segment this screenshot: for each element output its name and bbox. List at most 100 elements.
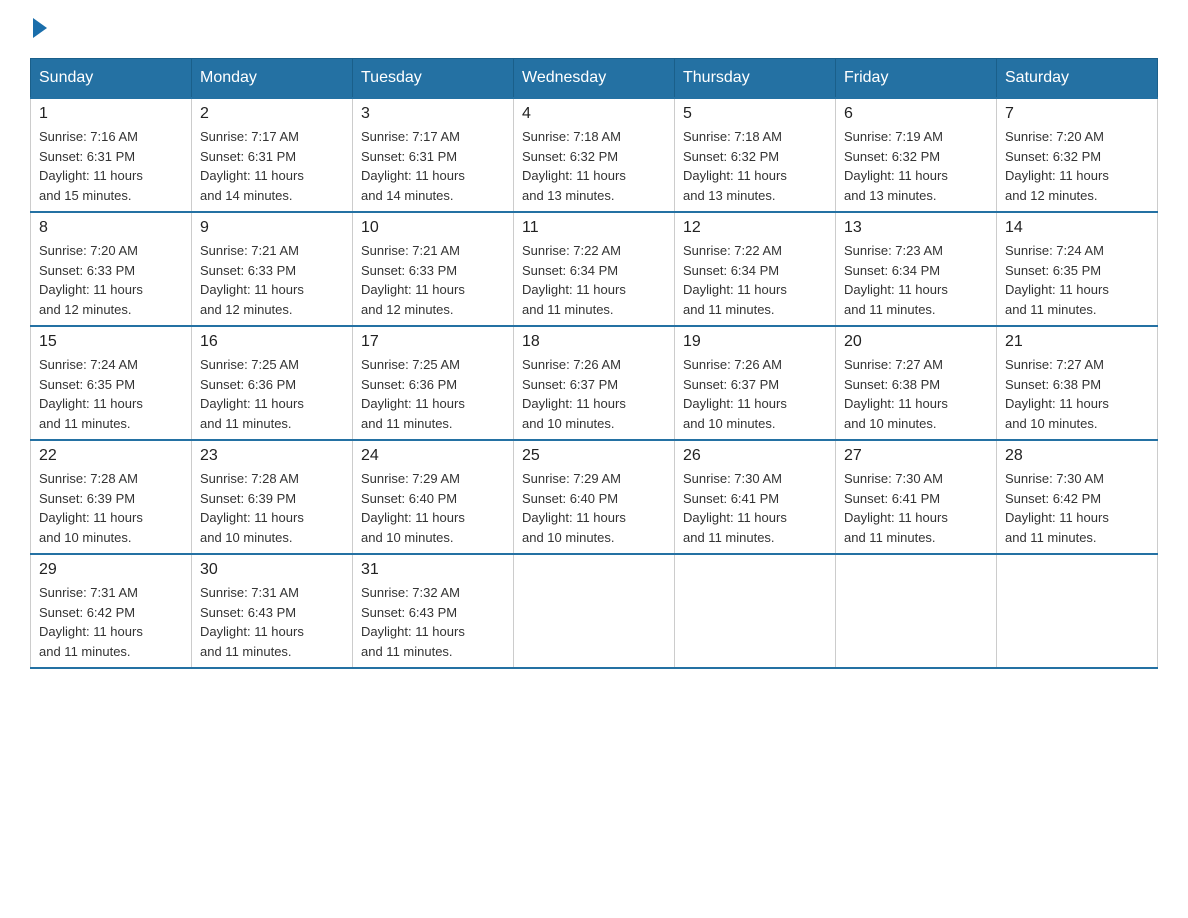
calendar-cell: 3 Sunrise: 7:17 AM Sunset: 6:31 PM Dayli… [353,98,514,212]
day-info: Sunrise: 7:21 AM Sunset: 6:33 PM Dayligh… [361,241,505,319]
day-info: Sunrise: 7:16 AM Sunset: 6:31 PM Dayligh… [39,127,183,205]
calendar-cell: 19 Sunrise: 7:26 AM Sunset: 6:37 PM Dayl… [675,326,836,440]
day-info: Sunrise: 7:21 AM Sunset: 6:33 PM Dayligh… [200,241,344,319]
calendar-cell: 25 Sunrise: 7:29 AM Sunset: 6:40 PM Dayl… [514,440,675,554]
day-info: Sunrise: 7:30 AM Sunset: 6:41 PM Dayligh… [683,469,827,547]
day-number: 25 [522,447,666,465]
day-number: 27 [844,447,988,465]
day-number: 21 [1005,333,1149,351]
calendar-cell: 21 Sunrise: 7:27 AM Sunset: 6:38 PM Dayl… [997,326,1158,440]
calendar-cell: 4 Sunrise: 7:18 AM Sunset: 6:32 PM Dayli… [514,98,675,212]
day-number: 19 [683,333,827,351]
day-number: 1 [39,105,183,123]
calendar-cell: 29 Sunrise: 7:31 AM Sunset: 6:42 PM Dayl… [31,554,192,668]
calendar-week-row: 22 Sunrise: 7:28 AM Sunset: 6:39 PM Dayl… [31,440,1158,554]
day-number: 4 [522,105,666,123]
day-info: Sunrise: 7:20 AM Sunset: 6:33 PM Dayligh… [39,241,183,319]
calendar-cell: 12 Sunrise: 7:22 AM Sunset: 6:34 PM Dayl… [675,212,836,326]
day-number: 10 [361,219,505,237]
day-info: Sunrise: 7:28 AM Sunset: 6:39 PM Dayligh… [200,469,344,547]
day-info: Sunrise: 7:24 AM Sunset: 6:35 PM Dayligh… [1005,241,1149,319]
day-info: Sunrise: 7:32 AM Sunset: 6:43 PM Dayligh… [361,583,505,661]
day-number: 23 [200,447,344,465]
calendar-cell: 9 Sunrise: 7:21 AM Sunset: 6:33 PM Dayli… [192,212,353,326]
day-number: 20 [844,333,988,351]
day-info: Sunrise: 7:28 AM Sunset: 6:39 PM Dayligh… [39,469,183,547]
day-number: 12 [683,219,827,237]
day-number: 18 [522,333,666,351]
calendar-cell: 17 Sunrise: 7:25 AM Sunset: 6:36 PM Dayl… [353,326,514,440]
calendar-cell: 24 Sunrise: 7:29 AM Sunset: 6:40 PM Dayl… [353,440,514,554]
calendar-cell: 7 Sunrise: 7:20 AM Sunset: 6:32 PM Dayli… [997,98,1158,212]
column-header-thursday: Thursday [675,59,836,99]
column-header-friday: Friday [836,59,997,99]
day-info: Sunrise: 7:29 AM Sunset: 6:40 PM Dayligh… [522,469,666,547]
day-info: Sunrise: 7:27 AM Sunset: 6:38 PM Dayligh… [1005,355,1149,433]
day-info: Sunrise: 7:25 AM Sunset: 6:36 PM Dayligh… [200,355,344,433]
day-info: Sunrise: 7:17 AM Sunset: 6:31 PM Dayligh… [200,127,344,205]
day-info: Sunrise: 7:29 AM Sunset: 6:40 PM Dayligh… [361,469,505,547]
day-number: 30 [200,561,344,579]
day-number: 24 [361,447,505,465]
day-number: 2 [200,105,344,123]
calendar-cell: 8 Sunrise: 7:20 AM Sunset: 6:33 PM Dayli… [31,212,192,326]
calendar-cell: 31 Sunrise: 7:32 AM Sunset: 6:43 PM Dayl… [353,554,514,668]
day-number: 29 [39,561,183,579]
calendar-cell: 23 Sunrise: 7:28 AM Sunset: 6:39 PM Dayl… [192,440,353,554]
calendar-cell: 5 Sunrise: 7:18 AM Sunset: 6:32 PM Dayli… [675,98,836,212]
day-info: Sunrise: 7:18 AM Sunset: 6:32 PM Dayligh… [683,127,827,205]
day-number: 17 [361,333,505,351]
calendar-cell: 15 Sunrise: 7:24 AM Sunset: 6:35 PM Dayl… [31,326,192,440]
day-info: Sunrise: 7:31 AM Sunset: 6:43 PM Dayligh… [200,583,344,661]
calendar-week-row: 8 Sunrise: 7:20 AM Sunset: 6:33 PM Dayli… [31,212,1158,326]
day-number: 15 [39,333,183,351]
day-number: 26 [683,447,827,465]
logo [30,20,47,38]
calendar-cell: 22 Sunrise: 7:28 AM Sunset: 6:39 PM Dayl… [31,440,192,554]
day-info: Sunrise: 7:20 AM Sunset: 6:32 PM Dayligh… [1005,127,1149,205]
calendar-cell: 20 Sunrise: 7:27 AM Sunset: 6:38 PM Dayl… [836,326,997,440]
day-info: Sunrise: 7:26 AM Sunset: 6:37 PM Dayligh… [522,355,666,433]
day-info: Sunrise: 7:22 AM Sunset: 6:34 PM Dayligh… [683,241,827,319]
column-header-wednesday: Wednesday [514,59,675,99]
day-number: 9 [200,219,344,237]
day-info: Sunrise: 7:18 AM Sunset: 6:32 PM Dayligh… [522,127,666,205]
calendar-cell: 14 Sunrise: 7:24 AM Sunset: 6:35 PM Dayl… [997,212,1158,326]
calendar-cell [675,554,836,668]
day-info: Sunrise: 7:30 AM Sunset: 6:42 PM Dayligh… [1005,469,1149,547]
day-number: 14 [1005,219,1149,237]
column-header-saturday: Saturday [997,59,1158,99]
calendar-cell: 6 Sunrise: 7:19 AM Sunset: 6:32 PM Dayli… [836,98,997,212]
day-info: Sunrise: 7:27 AM Sunset: 6:38 PM Dayligh… [844,355,988,433]
calendar-cell: 27 Sunrise: 7:30 AM Sunset: 6:41 PM Dayl… [836,440,997,554]
day-info: Sunrise: 7:30 AM Sunset: 6:41 PM Dayligh… [844,469,988,547]
day-number: 8 [39,219,183,237]
day-info: Sunrise: 7:23 AM Sunset: 6:34 PM Dayligh… [844,241,988,319]
calendar-cell [514,554,675,668]
page-header [30,20,1158,38]
day-info: Sunrise: 7:24 AM Sunset: 6:35 PM Dayligh… [39,355,183,433]
calendar-header-row: SundayMondayTuesdayWednesdayThursdayFrid… [31,59,1158,99]
column-header-monday: Monday [192,59,353,99]
day-number: 3 [361,105,505,123]
logo-arrow-icon [33,18,47,38]
calendar-cell: 16 Sunrise: 7:25 AM Sunset: 6:36 PM Dayl… [192,326,353,440]
calendar-cell: 1 Sunrise: 7:16 AM Sunset: 6:31 PM Dayli… [31,98,192,212]
calendar-cell: 2 Sunrise: 7:17 AM Sunset: 6:31 PM Dayli… [192,98,353,212]
day-number: 16 [200,333,344,351]
day-info: Sunrise: 7:19 AM Sunset: 6:32 PM Dayligh… [844,127,988,205]
calendar-cell: 11 Sunrise: 7:22 AM Sunset: 6:34 PM Dayl… [514,212,675,326]
day-number: 28 [1005,447,1149,465]
day-info: Sunrise: 7:17 AM Sunset: 6:31 PM Dayligh… [361,127,505,205]
calendar-cell: 26 Sunrise: 7:30 AM Sunset: 6:41 PM Dayl… [675,440,836,554]
day-number: 11 [522,219,666,237]
day-number: 13 [844,219,988,237]
calendar-cell: 18 Sunrise: 7:26 AM Sunset: 6:37 PM Dayl… [514,326,675,440]
calendar-week-row: 29 Sunrise: 7:31 AM Sunset: 6:42 PM Dayl… [31,554,1158,668]
calendar-cell: 10 Sunrise: 7:21 AM Sunset: 6:33 PM Dayl… [353,212,514,326]
day-number: 31 [361,561,505,579]
day-number: 5 [683,105,827,123]
day-info: Sunrise: 7:22 AM Sunset: 6:34 PM Dayligh… [522,241,666,319]
calendar-cell [836,554,997,668]
day-number: 22 [39,447,183,465]
